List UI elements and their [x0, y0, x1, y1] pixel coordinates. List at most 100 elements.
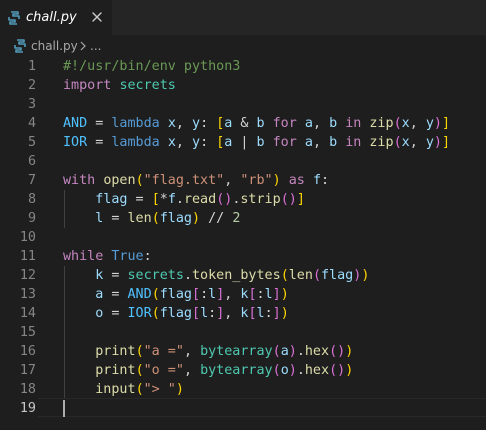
close-icon[interactable] [90, 10, 104, 24]
code-line[interactable]: 2 import secrets [0, 76, 486, 95]
code-text: print("o =", bytearray(o).hex()) [63, 361, 353, 380]
code-token: in [345, 135, 362, 150]
code-line[interactable]: 4 AND = lambda x, y: [a & b for a, b in z… [0, 114, 486, 133]
code-token: b [256, 135, 265, 150]
code-token: ( [272, 363, 281, 378]
code-token: l [208, 287, 217, 302]
code-token: , [312, 116, 330, 131]
code-token: "flag.txt" [143, 173, 225, 188]
code-token: f [312, 173, 321, 188]
code-token: y [192, 116, 201, 131]
code-text: IOR = lambda x, y: [a | b for a, b in zi… [63, 133, 450, 152]
chevron-right-icon [80, 41, 86, 51]
line-number: 14 [19, 306, 36, 321]
tab-chall-py[interactable]: chall.py [0, 0, 112, 35]
line-number: 18 [19, 382, 36, 397]
code-token: "rb" [240, 173, 273, 188]
code-token: . [296, 363, 305, 378]
code-text: k = secrets.token_bytes(len(flag)) [63, 266, 369, 285]
code-token: ] [272, 306, 281, 321]
python-file-icon [14, 39, 26, 53]
code-token: ( [135, 344, 144, 359]
code-token: [ [192, 287, 201, 302]
code-token: zip [369, 116, 394, 131]
code-token: ) [175, 382, 184, 397]
code-line[interactable]: 13 a = AND(flag[:l], k[:l]) [0, 285, 486, 304]
code-line[interactable]: 8 flag = [*f.read().strip()] [0, 190, 486, 209]
code-token: , [409, 135, 426, 150]
code-token: bytearray [200, 344, 273, 359]
code-token: #!/usr/bin/env python3 [63, 59, 241, 74]
code-line[interactable]: 12 k = secrets.token_bytes(len(flag)) [0, 266, 486, 285]
code-token: ( [135, 363, 144, 378]
code-token: with [63, 173, 96, 188]
code-token: l [200, 306, 209, 321]
line-number: 6 [27, 154, 36, 169]
breadcrumb-symbol[interactable]: ... [90, 38, 101, 54]
code-token: ) [288, 344, 297, 359]
code-token: a [280, 344, 289, 359]
code-token: | [232, 135, 257, 150]
line-number: 10 [19, 230, 36, 245]
code-token: ( [393, 116, 402, 131]
code-token: x [401, 116, 410, 131]
code-token: . [183, 268, 192, 283]
code-line[interactable]: 10 [0, 228, 486, 247]
code-token: : [200, 287, 209, 302]
code-token: ) [280, 287, 289, 302]
code-token: : [200, 135, 217, 150]
code-token: = [103, 211, 128, 226]
code-token: ) [272, 173, 281, 188]
code-area[interactable]: 1 #!/usr/bin/env python3 2 import secrets 3 4… [0, 57, 486, 430]
code-line[interactable]: 17 print("o =", bytearray(o).hex()) [0, 361, 486, 380]
tab-label: chall.py [26, 10, 77, 25]
code-line[interactable]: 9 l = len(flag) // 2 [0, 209, 486, 228]
code-text: o = IOR(flag[l:], k[l:]) [63, 304, 289, 323]
code-token: [ [248, 287, 257, 302]
code-line[interactable]: 18 input("> ") [0, 380, 486, 399]
code-token: zip [369, 135, 394, 150]
code-token: flag [321, 268, 354, 283]
code-line[interactable]: 16 print("a =", bytearray(a).hex()) [0, 342, 486, 361]
breadcrumb-file[interactable]: chall.py [31, 38, 78, 54]
line-number: 11 [19, 249, 36, 264]
code-token: () [216, 192, 233, 207]
code-line[interactable]: 3 [0, 95, 486, 114]
code-token: , [175, 116, 192, 131]
code-token: ] [441, 116, 450, 131]
text-cursor [63, 400, 65, 417]
code-token: ) [192, 211, 201, 226]
code-token: input [95, 382, 136, 397]
line-number: 17 [19, 363, 36, 378]
code-token: () [280, 192, 297, 207]
code-token: = [87, 135, 112, 150]
code-token: = [87, 116, 112, 131]
code-token: IOR [63, 135, 88, 150]
code-token: hex [304, 363, 330, 378]
code-token: ] [296, 192, 305, 207]
code-token: secrets [127, 268, 184, 283]
code-line[interactable]: 5 IOR = lambda x, y: [a | b for a, b in z… [0, 133, 486, 152]
code-token: b [329, 135, 338, 150]
code-token: secrets [119, 78, 176, 93]
code-line[interactable]: 1 #!/usr/bin/env python3 [0, 57, 486, 76]
code-token: * [159, 192, 168, 207]
code-token: x [167, 135, 176, 150]
code-line[interactable]: 11 while True: [0, 247, 486, 266]
line-number: 13 [19, 287, 36, 302]
code-line[interactable]: 14 o = IOR(flag[l:], k[l:]) [0, 304, 486, 323]
code-line[interactable]: 7 with open("flag.txt", "rb") as f: [0, 171, 486, 190]
code-token: flag [159, 306, 192, 321]
code-line[interactable]: 6 [0, 152, 486, 171]
code-token: x [401, 135, 410, 150]
code-text: AND = lambda x, y: [a & b for a, b in zi… [63, 114, 450, 133]
code-token: lambda [111, 116, 160, 131]
code-text: l = len(flag) // 2 [63, 209, 240, 228]
code-line[interactable]: 15 [0, 323, 486, 342]
